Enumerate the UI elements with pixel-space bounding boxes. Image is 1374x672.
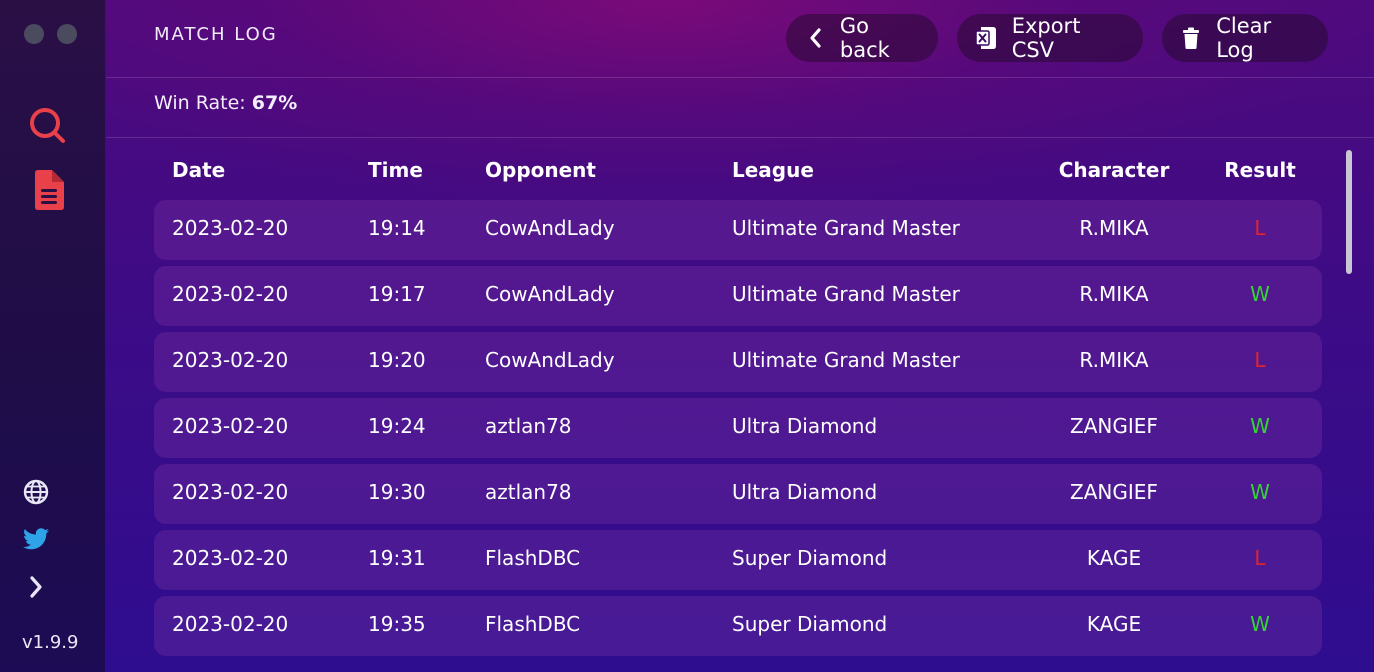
table-row[interactable]: 2023-02-20 19:31 FlashDBC Super Diamond … [154,530,1322,590]
clear-log-label: Clear Log [1216,14,1272,62]
cell-result: L [1254,216,1266,240]
cell-opponent: FlashDBC [485,546,581,570]
cell-date: 2023-02-20 [172,546,289,570]
column-header-opponent[interactable]: Opponent [485,158,596,182]
win-rate-value: 67% [251,92,298,114]
cell-date: 2023-02-20 [172,612,289,636]
table-row[interactable]: 2023-02-20 19:20 CowAndLady Ultimate Gra… [154,332,1322,392]
cell-character: ZANGIEF [1070,480,1158,504]
sidebar: v1.9.9 [0,0,106,672]
trash-icon [1180,26,1202,50]
chevron-right-icon[interactable] [24,574,48,600]
search-icon[interactable] [28,106,68,146]
table-row[interactable]: 2023-02-20 19:35 FlashDBC Super Diamond … [154,596,1322,656]
scrollbar-thumb[interactable] [1346,150,1352,274]
globe-icon[interactable] [22,478,50,506]
cell-character: R.MIKA [1079,216,1149,240]
cell-opponent: aztlan78 [485,414,572,438]
cell-league: Ultra Diamond [732,480,878,504]
cell-result: W [1250,480,1270,504]
cell-league: Super Diamond [732,546,888,570]
cell-character: KAGE [1086,546,1142,570]
column-header-result[interactable]: Result [1220,158,1300,182]
cell-league: Ultimate Grand Master [732,282,960,306]
go-back-label: Go back [839,14,890,62]
window-minimize-dot[interactable] [57,24,77,44]
cell-date: 2023-02-20 [172,216,289,240]
cell-date: 2023-02-20 [172,348,289,372]
table-row[interactable]: 2023-02-20 19:14 CowAndLady Ultimate Gra… [154,200,1322,260]
page-title: MATCH LOG [154,24,278,45]
document-icon[interactable] [30,168,66,212]
cell-result: L [1254,546,1266,570]
cell-result: W [1250,414,1270,438]
cell-character: R.MIKA [1079,348,1149,372]
cell-league: Super Diamond [732,612,888,636]
column-header-character[interactable]: Character [1044,158,1184,182]
cell-date: 2023-02-20 [172,480,289,504]
cell-opponent: aztlan78 [485,480,572,504]
cell-opponent: CowAndLady [485,282,615,306]
column-header-time[interactable]: Time [368,158,423,182]
app-version: v1.9.9 [22,632,79,653]
cell-time: 19:31 [368,546,426,570]
table-row[interactable]: 2023-02-20 19:30 aztlan78 Ultra Diamond … [154,464,1322,524]
top-bar: MATCH LOG Go back Export CSV Clear Log [106,0,1374,78]
cell-character: KAGE [1086,612,1142,636]
window-close-dot[interactable] [24,24,44,44]
column-header-date[interactable]: Date [172,158,225,182]
twitter-icon[interactable] [22,526,50,552]
table-header: Date Time Opponent League Character Resu… [154,158,1322,188]
cell-date: 2023-02-20 [172,282,289,306]
cell-time: 19:14 [368,216,426,240]
excel-file-icon [975,26,998,50]
export-csv-button[interactable]: Export CSV [957,14,1143,62]
win-rate: Win Rate: 67% [154,92,297,114]
cell-league: Ultimate Grand Master [732,216,960,240]
win-rate-label: Win Rate: [154,92,246,114]
column-header-league[interactable]: League [732,158,814,182]
cell-opponent: CowAndLady [485,348,615,372]
table-row[interactable]: 2023-02-20 19:24 aztlan78 Ultra Diamond … [154,398,1322,458]
cell-league: Ultra Diamond [732,414,878,438]
cell-character: ZANGIEF [1070,414,1158,438]
cell-time: 19:30 [368,480,426,504]
cell-date: 2023-02-20 [172,414,289,438]
chevron-left-icon [804,26,826,50]
cell-result: L [1254,348,1266,372]
cell-league: Ultimate Grand Master [732,348,960,372]
cell-result: W [1250,612,1270,636]
export-csv-label: Export CSV [1011,14,1081,62]
clear-log-button[interactable]: Clear Log [1162,14,1328,62]
cell-time: 19:20 [368,348,426,372]
cell-time: 19:35 [368,612,426,636]
cell-result: W [1250,282,1270,306]
cell-time: 19:24 [368,414,426,438]
go-back-button[interactable]: Go back [786,14,938,62]
table-row[interactable]: 2023-02-20 19:17 CowAndLady Ultimate Gra… [154,266,1322,326]
cell-opponent: CowAndLady [485,216,615,240]
stats-bar: Win Rate: 67% [106,78,1374,138]
cell-time: 19:17 [368,282,426,306]
cell-character: R.MIKA [1079,282,1149,306]
cell-opponent: FlashDBC [485,612,581,636]
main-panel: MATCH LOG Go back Export CSV Clear Log W… [106,0,1374,672]
